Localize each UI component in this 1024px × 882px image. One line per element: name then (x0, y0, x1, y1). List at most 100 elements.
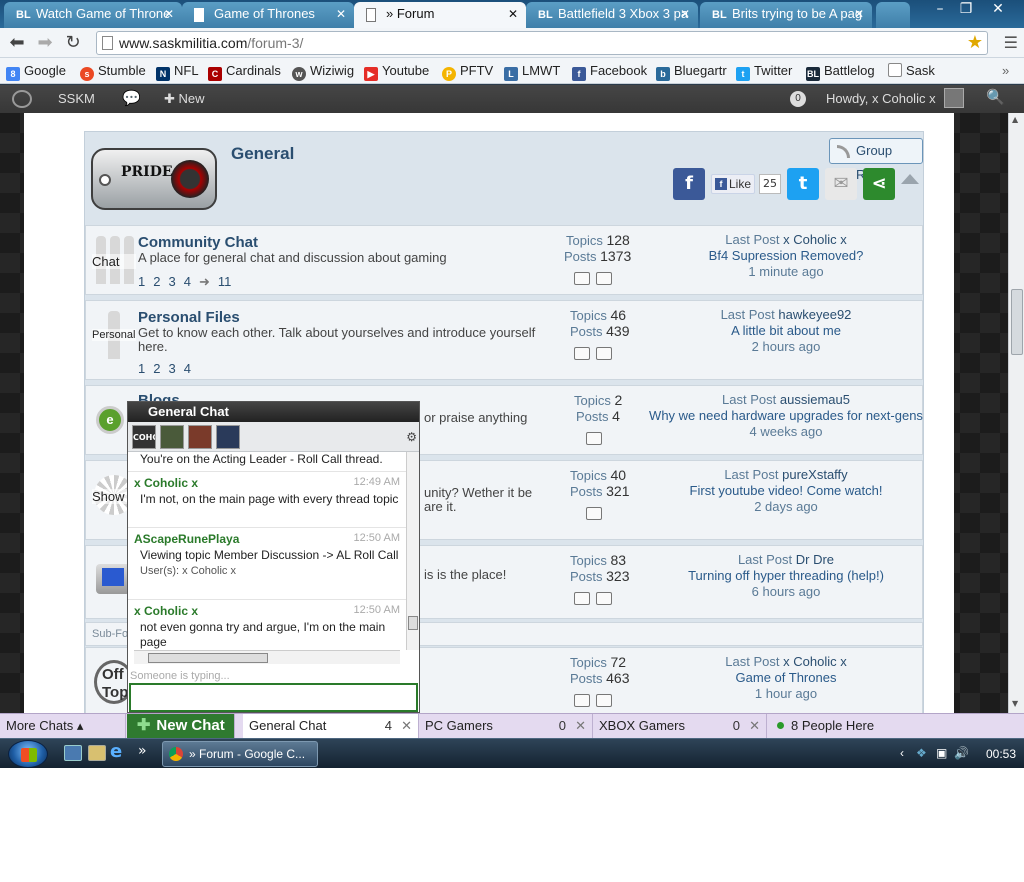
restore-icon[interactable]: ❐ (952, 0, 980, 20)
back-arrow-icon[interactable]: ⬅ (6, 32, 28, 54)
participant-avatar[interactable] (160, 425, 184, 449)
facebook-share-icon[interactable]: f (673, 168, 705, 200)
chat-vertical-scrollbar[interactable] (406, 452, 419, 650)
admin-new-button[interactable]: ✚ New (164, 91, 205, 107)
bookmark-pftv[interactable]: P PFTV (442, 63, 493, 81)
tab-game-of-thrones[interactable]: Game of Thrones ✕ (182, 2, 354, 28)
scrollbar-thumb[interactable] (408, 616, 418, 630)
chat-room-xbox-gamers[interactable]: XBOX Gamers 0 ✕ (593, 714, 767, 738)
close-icon[interactable]: ✕ (336, 7, 346, 21)
admin-howdy[interactable]: Howdy, x Coholic x (826, 91, 936, 106)
wordpress-icon[interactable] (12, 90, 32, 108)
search-icon[interactable]: 🔍 (986, 88, 1005, 106)
taskbar-overflow-icon[interactable]: » (138, 743, 156, 759)
forum-action-icons[interactable] (574, 272, 618, 286)
page-link[interactable]: 1 (138, 274, 145, 289)
address-bar[interactable]: www.saskmilitia.com/forum-3/ ★ (96, 31, 988, 55)
minimize-icon[interactable]: – (926, 0, 954, 20)
explorer-icon[interactable] (88, 745, 106, 761)
last-post-user[interactable]: aussiemau5 (780, 392, 850, 407)
share-icon[interactable]: ⋖ (863, 168, 895, 200)
bookmark-cardinals[interactable]: C Cardinals (208, 63, 281, 81)
admin-site-name[interactable]: SSKM (58, 91, 95, 106)
taskbar-chrome-task[interactable]: » Forum - Google C... (162, 741, 318, 767)
page-link[interactable]: 3 (168, 361, 175, 376)
email-share-icon[interactable]: ✉ (825, 168, 857, 200)
scrollbar-thumb[interactable] (1011, 289, 1023, 355)
window-close-icon[interactable]: ✕ (984, 0, 1012, 20)
last-post-user[interactable]: hawkeyee92 (778, 307, 851, 322)
bookmark-battlelog[interactable]: BL Battlelog (806, 63, 875, 81)
last-post-title[interactable]: Bf4 Supression Removed? (626, 248, 946, 264)
tab-battlefield[interactable]: BL Battlefield 3 Xbox 3 pa ✕ (526, 2, 698, 28)
bookmark-youtube[interactable]: ▶ Youtube (364, 63, 429, 81)
settings-icon[interactable]: ⚙ (406, 430, 417, 444)
facebook-like-button[interactable]: f Like (711, 174, 755, 194)
close-icon[interactable]: ✕ (680, 7, 690, 21)
page-link[interactable]: 2 (153, 274, 160, 289)
participant-avatar[interactable]: COHC (132, 425, 156, 449)
forward-arrow-icon[interactable]: ➡ (34, 32, 56, 54)
dropbox-icon[interactable]: ❖ (916, 746, 927, 760)
volume-icon[interactable]: 🔊 (954, 746, 969, 760)
bookmark-lmwt[interactable]: L LMWT (504, 63, 560, 81)
close-icon[interactable]: ✕ (749, 714, 760, 738)
bookmark-stumble[interactable]: s Stumble (80, 63, 146, 81)
close-icon[interactable]: ✕ (575, 714, 586, 738)
last-post-title[interactable]: Game of Thrones (626, 670, 946, 686)
new-chat-button[interactable]: ✚ New Chat (127, 714, 235, 738)
tab-brits[interactable]: BL Brits trying to be A pag ✕ (700, 2, 872, 28)
bookmark-wiziwig[interactable]: w Wiziwig (292, 63, 354, 81)
forum-action-icons[interactable] (574, 592, 618, 606)
forum-action-icons[interactable] (586, 507, 608, 521)
close-icon[interactable]: ✕ (508, 7, 518, 21)
last-post-title[interactable]: Why we need hardware upgrades for next-g… (626, 408, 946, 424)
show-desktop-icon[interactable] (64, 745, 82, 761)
page-link[interactable]: 1 (138, 361, 145, 376)
last-post-user[interactable]: pureXstaffy (782, 467, 848, 482)
internet-explorer-icon[interactable]: e (110, 741, 128, 762)
last-post-title[interactable]: First youtube video! Come watch! (626, 483, 946, 499)
group-rss-button[interactable]: Group RSS (829, 138, 923, 182)
last-post-user[interactable]: x Coholic x (783, 232, 847, 247)
user-avatar[interactable] (944, 88, 964, 108)
last-post-title[interactable]: A little bit about me (626, 323, 946, 339)
tab-forum[interactable]: » Forum ✕ (354, 2, 526, 28)
forum-title[interactable]: Community Chat (138, 234, 258, 251)
bookmark-bluegartr[interactable]: b Bluegartr (656, 63, 727, 81)
message-author[interactable]: AScapeRunePlaya (134, 532, 239, 546)
page-link[interactable]: 2 (153, 361, 160, 376)
notification-count[interactable]: 0 (790, 91, 806, 107)
page-link[interactable]: 11 (218, 274, 232, 289)
chat-room-general[interactable]: General Chat 4 ✕ (243, 714, 419, 738)
comments-icon[interactable]: 💬 (122, 89, 141, 107)
last-post-user[interactable]: Dr Dre (796, 552, 834, 567)
menu-icon[interactable]: ☰ (1004, 33, 1018, 52)
collapse-arrow-icon[interactable] (901, 174, 919, 184)
scrollbar-thumb[interactable] (148, 653, 268, 663)
forum-action-icons[interactable] (586, 432, 608, 446)
arrow-right-icon[interactable]: ➜ (199, 274, 210, 289)
start-button[interactable] (8, 740, 48, 768)
more-chats-button[interactable]: More Chats ▴ (0, 714, 126, 738)
bookmark-nfl[interactable]: N NFL (156, 63, 199, 81)
bookmark-star-icon[interactable]: ★ (967, 31, 983, 53)
reload-icon[interactable]: ↻ (62, 32, 84, 54)
forum-title[interactable]: Personal Files (138, 309, 240, 326)
page-link[interactable]: 4 (184, 274, 191, 289)
bookmark-google[interactable]: 8 Google (6, 63, 66, 81)
page-link[interactable]: 4 (184, 361, 191, 376)
message-author[interactable]: x Coholic x (134, 604, 198, 618)
message-author[interactable]: x Coholic x (134, 476, 198, 490)
participant-avatar[interactable] (188, 425, 212, 449)
close-icon[interactable]: ✕ (854, 7, 864, 21)
last-post-user[interactable]: x Coholic x (783, 654, 847, 669)
new-tab-button[interactable] (876, 2, 910, 28)
twitter-share-icon[interactable]: t (787, 168, 819, 200)
chat-room-pc-gamers[interactable]: PC Gamers 0 ✕ (419, 714, 593, 738)
participant-avatar[interactable] (216, 425, 240, 449)
close-icon[interactable]: ✕ (401, 714, 412, 738)
tab-watch-game-of-thrones[interactable]: BL Watch Game of Throne ✕ (4, 2, 182, 28)
clock[interactable]: 00:53 (986, 747, 1016, 761)
page-link[interactable]: 3 (168, 274, 175, 289)
